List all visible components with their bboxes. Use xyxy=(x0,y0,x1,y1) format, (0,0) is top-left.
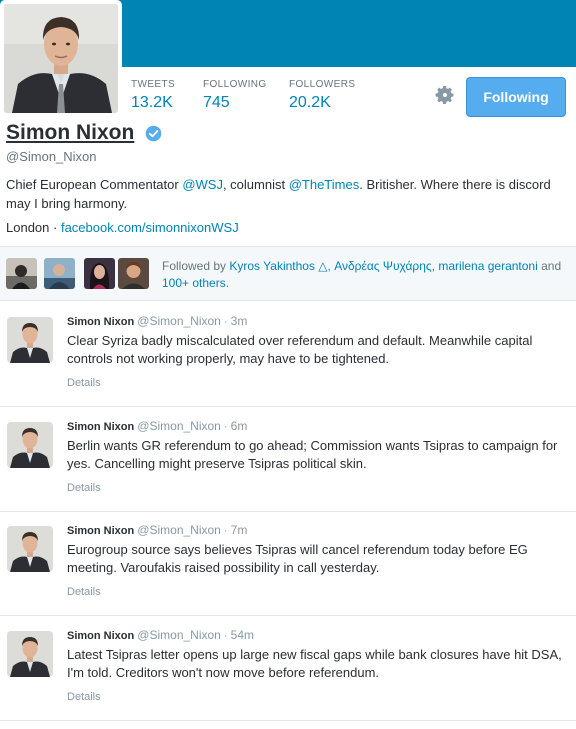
followed-by-and: and xyxy=(537,259,562,273)
stat-following[interactable]: FOLLOWING 745 xyxy=(203,79,267,112)
location-separator: · xyxy=(49,220,61,235)
tweet-author-handle[interactable]: @Simon_Nixon xyxy=(137,523,221,537)
bio-text-1: Chief European Commentator xyxy=(6,177,183,192)
tweet-text: Clear Syriza badly miscalculated over re… xyxy=(67,333,533,366)
tweet-separator: · xyxy=(220,525,231,537)
stat-tweets[interactable]: TWEETS 13.2K xyxy=(131,79,175,112)
tweet-avatar[interactable] xyxy=(7,422,53,468)
tweet-text: Berlin wants GR referendum to go ahead; … xyxy=(67,438,558,471)
followed-by-link-2[interactable]: Ανδρέας Ψυχάρης xyxy=(334,259,431,273)
verified-badge-icon xyxy=(145,125,162,142)
tweet-details-link[interactable]: Details xyxy=(67,482,101,494)
profile-location: London xyxy=(6,220,50,235)
bio-link-wsj[interactable]: @WSJ xyxy=(182,177,223,192)
tweet-timestamp[interactable]: 3m xyxy=(231,314,248,328)
stat-followers-label: FOLLOWERS xyxy=(289,79,356,90)
location-line: London · facebook.com/simonnixonWSJ xyxy=(6,220,239,235)
follower-avatar[interactable] xyxy=(44,258,75,289)
tweet-avatar[interactable] xyxy=(7,631,53,677)
followed-by-end: . xyxy=(225,276,230,290)
tweet-text: Eurogroup source says believes Tsipras w… xyxy=(67,542,528,575)
stat-followers-value: 20.2K xyxy=(289,94,331,111)
tweet-author-handle[interactable]: @Simon_Nixon xyxy=(137,419,221,433)
tweet-details-link[interactable]: Details xyxy=(67,691,101,703)
tweet-timestamp[interactable]: 7m xyxy=(231,523,248,537)
following-button[interactable]: Following xyxy=(466,77,566,117)
tweet-header: Simon Nixon @Simon_Nixon · 7m xyxy=(67,523,247,537)
tweet-item[interactable]: Simon Nixon @Simon_Nixon · 7m Eurogroup … xyxy=(0,511,576,616)
stat-tweets-label: TWEETS xyxy=(131,79,176,90)
tweet-header: Simon Nixon @Simon_Nixon · 6m xyxy=(67,419,247,433)
follower-avatar[interactable] xyxy=(84,258,115,289)
follower-avatar[interactable] xyxy=(118,258,149,289)
tweet-timestamp[interactable]: 54m xyxy=(231,628,254,642)
stat-following-value: 745 xyxy=(203,94,230,111)
tweet-text: Latest Tsipras letter opens up large new… xyxy=(67,647,562,680)
tweet-author-name[interactable]: Simon Nixon xyxy=(67,421,134,433)
tweet-avatar[interactable] xyxy=(7,317,53,363)
tweet-author-handle[interactable]: @Simon_Nixon xyxy=(137,314,221,328)
followed-by-box: Followed by Kyros Yakinthos △, Ανδρέας Ψ… xyxy=(0,246,576,301)
tweet-item[interactable]: Simon Nixon @Simon_Nixon · 6m Berlin wan… xyxy=(0,407,576,512)
stat-followers[interactable]: FOLLOWERS 20.2K xyxy=(289,79,355,112)
tweet-details-link[interactable]: Details xyxy=(67,586,101,598)
followed-by-text: Followed by Kyros Yakinthos △, Ανδρέας Ψ… xyxy=(162,258,562,292)
tweet-timestamp[interactable]: 6m xyxy=(231,419,248,433)
tweet-header: Simon Nixon @Simon_Nixon · 3m xyxy=(67,314,247,328)
profile-photo xyxy=(4,4,118,113)
followed-by-link-1[interactable]: Kyros Yakinthos △ xyxy=(229,259,327,273)
tweet-item[interactable]: Simon Nixon @Simon_Nixon · 3m Clear Syri… xyxy=(0,302,576,407)
profile-website-link[interactable]: facebook.com/simonnixonWSJ xyxy=(61,220,239,235)
tweet-author-name[interactable]: Simon Nixon xyxy=(67,525,134,537)
profile-name[interactable]: Simon Nixon xyxy=(6,121,134,145)
tweet-header: Simon Nixon @Simon_Nixon · 54m xyxy=(67,628,254,642)
stat-following-label: FOLLOWING xyxy=(203,79,267,90)
tweet-details-link[interactable]: Details xyxy=(67,377,101,389)
followed-by-link-3[interactable]: marilena gerantoni xyxy=(438,259,537,273)
tweet-separator: · xyxy=(220,316,231,328)
profile-bio: Chief European Commentator @WSJ, columni… xyxy=(6,175,566,213)
tweet-author-name[interactable]: Simon Nixon xyxy=(67,630,134,642)
stat-tweets-value: 13.2K xyxy=(131,94,173,111)
screen-name: @Simon_Nixon xyxy=(6,149,97,164)
follower-avatar[interactable] xyxy=(6,258,37,289)
followed-by-prefix: Followed by xyxy=(162,259,230,273)
tweet-separator: · xyxy=(220,630,231,642)
gear-icon[interactable] xyxy=(434,84,456,106)
tweet-separator: · xyxy=(220,421,231,433)
followed-by-others-link[interactable]: 100+ others xyxy=(162,276,226,290)
tweet-author-handle[interactable]: @Simon_Nixon xyxy=(137,628,221,642)
bio-text-2: , columnist xyxy=(222,177,289,192)
bio-link-thetimes[interactable]: @TheTimes xyxy=(289,177,360,192)
tweet-avatar[interactable] xyxy=(7,526,53,572)
profile-avatar[interactable] xyxy=(0,0,122,117)
tweet-item[interactable]: Simon Nixon @Simon_Nixon · 54m Latest Ts… xyxy=(0,616,576,721)
tweet-author-name[interactable]: Simon Nixon xyxy=(67,316,134,328)
